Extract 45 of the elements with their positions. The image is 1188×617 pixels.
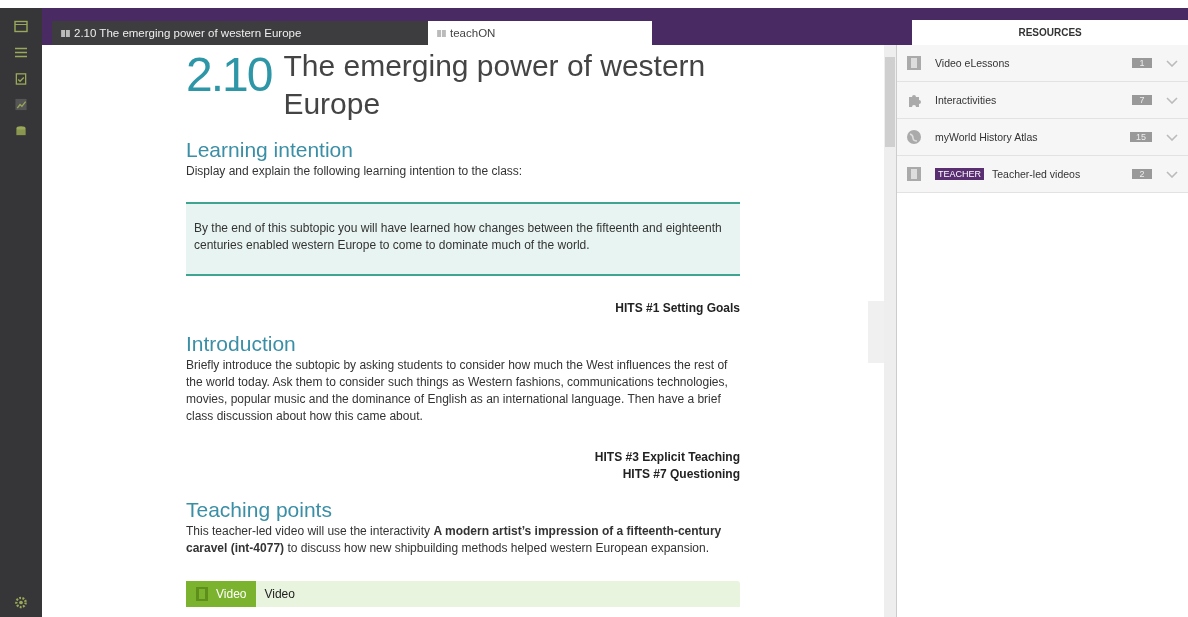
settings-icon[interactable] <box>14 596 28 609</box>
tab[interactable]: 2.10 The emerging power of western Europe <box>52 21 428 45</box>
box-icon[interactable] <box>14 124 28 137</box>
hits-label: HITS #3 Explicit Teaching <box>593 449 740 466</box>
media-tag-label: Video <box>216 587 247 601</box>
section-heading: Teaching points <box>186 497 333 523</box>
hits-label: HITS #7 Questioning <box>621 466 740 483</box>
count-badge: 7 <box>1132 95 1152 105</box>
film-icon <box>907 167 921 181</box>
resources-header: RESOURCES <box>912 20 1188 45</box>
resource-item[interactable]: Interactivities 7 <box>897 82 1188 119</box>
hits-label: HITS #1 Setting Goals <box>614 300 740 317</box>
puzzle-icon <box>907 93 921 107</box>
callout-box: By the end of this subtopic you will have learned how changes between the fifteenth and eighteenth centuries enabled western Europe to come to dominate much of the world. <box>186 202 740 276</box>
media-label: Video <box>263 587 295 601</box>
list-icon[interactable] <box>14 46 28 59</box>
resource-label: Teacher-led videos <box>992 168 1082 180</box>
section-heading: Learning intention <box>186 137 354 163</box>
resource-label: myWorld History Atlas <box>935 131 1039 143</box>
teacher-badge: TEACHER <box>935 168 984 180</box>
media-bar[interactable]: Video Video <box>186 581 740 607</box>
panel-icon[interactable] <box>14 20 28 33</box>
film-icon <box>907 56 921 70</box>
chart-icon[interactable] <box>14 98 28 111</box>
lesson-number: 2.10 <box>186 47 272 103</box>
resource-item[interactable]: Video eLessons 1 <box>897 45 1188 82</box>
paragraph: Display and explain the following learning intention to the class: <box>186 163 524 180</box>
count-badge: 15 <box>1130 132 1152 142</box>
checklist-icon[interactable] <box>14 72 28 85</box>
scrollbar[interactable] <box>884 45 896 617</box>
lesson-title: The emerging power of western Europe <box>283 48 707 122</box>
globe-icon <box>907 130 921 144</box>
resource-label: Video eLessons <box>935 57 1011 69</box>
count-badge: 2 <box>1132 169 1152 179</box>
resource-item[interactable]: myWorld History Atlas 15 <box>897 119 1188 156</box>
film-icon <box>196 587 208 601</box>
book-icon <box>61 29 70 37</box>
tab[interactable]: teachON <box>428 21 652 45</box>
paragraph: This teacher-led video will use the interactivity A modern artist’s impression of a fifteenth-century caravel (int-4077) to discuss how new shipbuilding methods helped western European expansion. <box>186 523 723 557</box>
paragraph: Briefly introduce the subtopic by asking students to consider how much the West influences the rest of the world today. Ask them to consider such things as Western fashions, communications technologies, movies, popular music and the dominance of English as an international language. Then have a brief class discussion about how this came about. <box>186 357 729 425</box>
section-heading: Introduction <box>186 331 297 357</box>
resource-label: Interactivities <box>935 94 998 106</box>
resource-item[interactable]: TEACHER Teacher-led videos 2 <box>897 156 1188 193</box>
count-badge: 1 <box>1132 58 1152 68</box>
book-icon <box>437 29 446 37</box>
